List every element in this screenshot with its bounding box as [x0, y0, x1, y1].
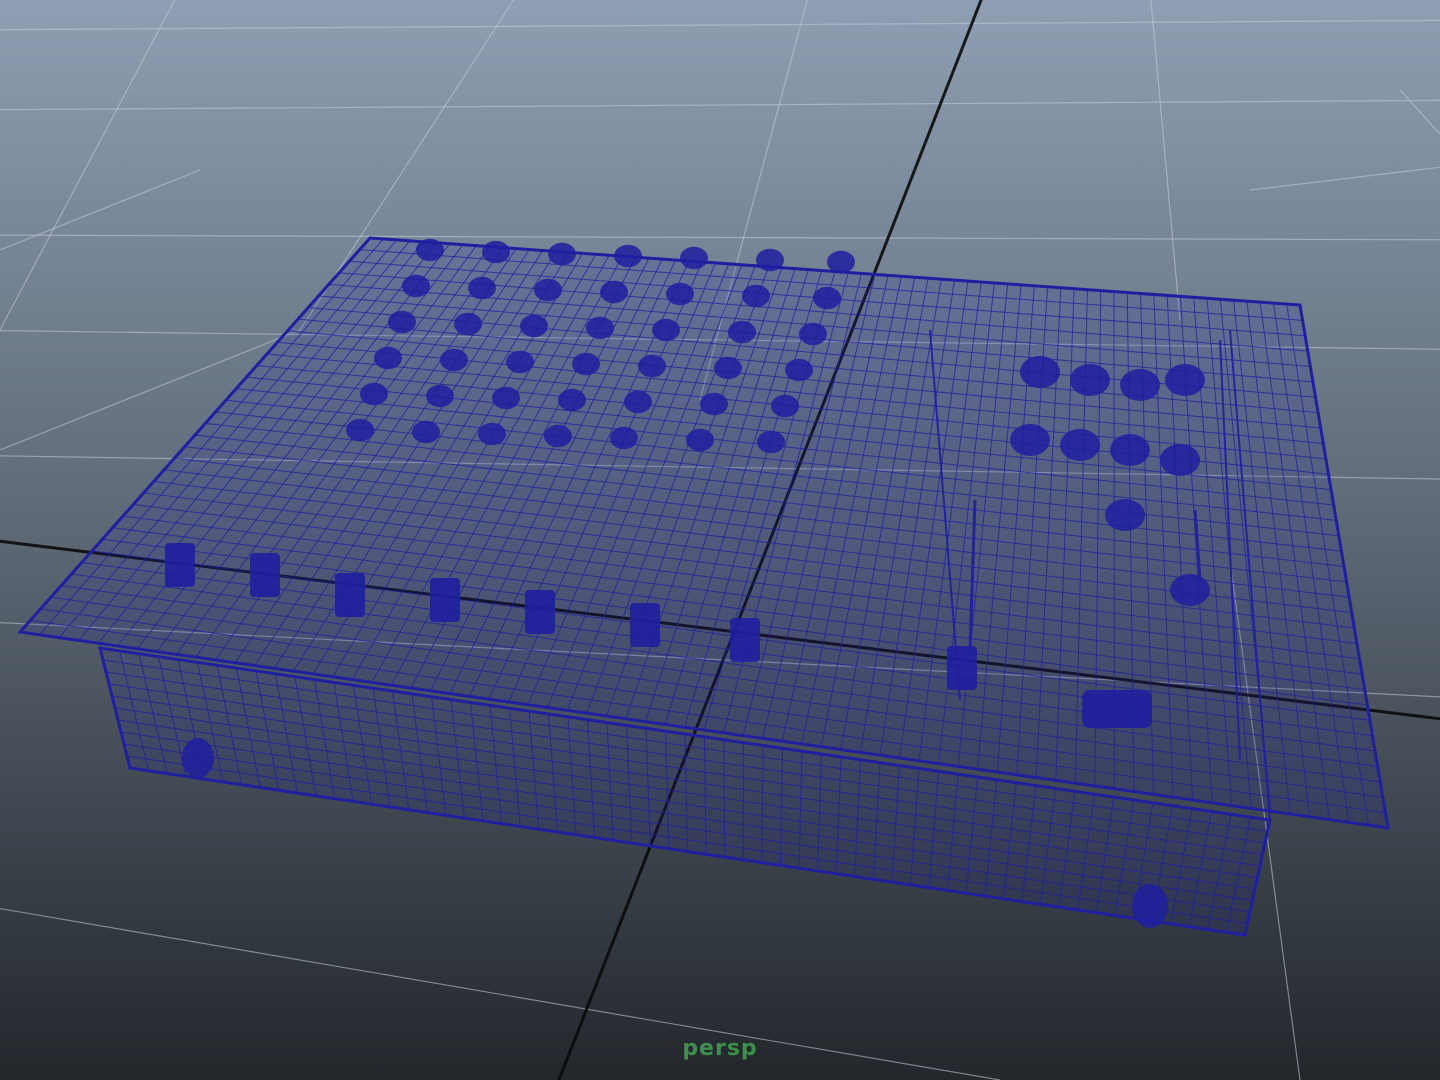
console-knob	[1165, 364, 1205, 396]
console-knob	[756, 248, 784, 272]
console-knob	[785, 358, 813, 382]
console-fader	[730, 618, 760, 662]
console-fader	[525, 590, 555, 634]
console-knob	[614, 244, 642, 268]
console-knob	[482, 240, 510, 264]
console-knob	[440, 348, 468, 372]
console-fader	[250, 553, 280, 597]
console-knob	[1170, 574, 1210, 606]
console-knob	[454, 312, 482, 336]
console-knob	[666, 282, 694, 306]
console-knob	[468, 276, 496, 300]
console-knob	[827, 250, 855, 274]
console-knob	[346, 418, 374, 442]
console-knob	[799, 322, 827, 346]
console-knob	[1020, 356, 1060, 388]
console-knob	[412, 420, 440, 444]
console-knob	[686, 428, 714, 452]
console-knob	[1110, 434, 1150, 466]
console-knob	[610, 426, 638, 450]
console-knob	[416, 238, 444, 262]
console-knob	[548, 242, 576, 266]
console-knob	[1160, 444, 1200, 476]
console-knob	[1120, 369, 1160, 401]
console-knob	[506, 350, 534, 374]
console-knob	[771, 394, 799, 418]
console-knob	[360, 382, 388, 406]
viewport-canvas[interactable]	[0, 0, 1440, 1080]
console-knob	[388, 310, 416, 334]
console-fader	[430, 578, 460, 622]
console-knob	[600, 280, 628, 304]
console-knob	[624, 390, 652, 414]
console-knob	[544, 424, 572, 448]
console-knob	[558, 388, 586, 412]
console-knob	[1010, 424, 1050, 456]
console-knob	[402, 274, 430, 298]
console-knob	[478, 422, 506, 446]
console-knob	[534, 278, 562, 302]
console-knob	[520, 314, 548, 338]
console-knob	[492, 386, 520, 410]
console-knob	[813, 286, 841, 310]
console-knob	[572, 352, 600, 376]
console-knob	[700, 392, 728, 416]
perspective-viewport[interactable]: persp	[0, 0, 1440, 1080]
console-fader	[165, 543, 195, 587]
console-knob	[374, 346, 402, 370]
console-knob	[1060, 429, 1100, 461]
console-fader	[630, 603, 660, 647]
console-knob	[680, 246, 708, 270]
console-knob	[652, 318, 680, 342]
console-knob	[757, 430, 785, 454]
console-knob	[728, 320, 756, 344]
console-button-block	[1082, 690, 1152, 728]
console-knob	[586, 316, 614, 340]
console-knob	[714, 356, 742, 380]
console-knob	[638, 354, 666, 378]
console-fader	[335, 573, 365, 617]
console-foot	[182, 738, 214, 778]
console-knob	[426, 384, 454, 408]
console-knob	[742, 284, 770, 308]
console-fader	[947, 646, 977, 690]
console-knob	[1070, 364, 1110, 396]
console-knob	[1105, 499, 1145, 531]
console-foot	[1132, 884, 1168, 928]
